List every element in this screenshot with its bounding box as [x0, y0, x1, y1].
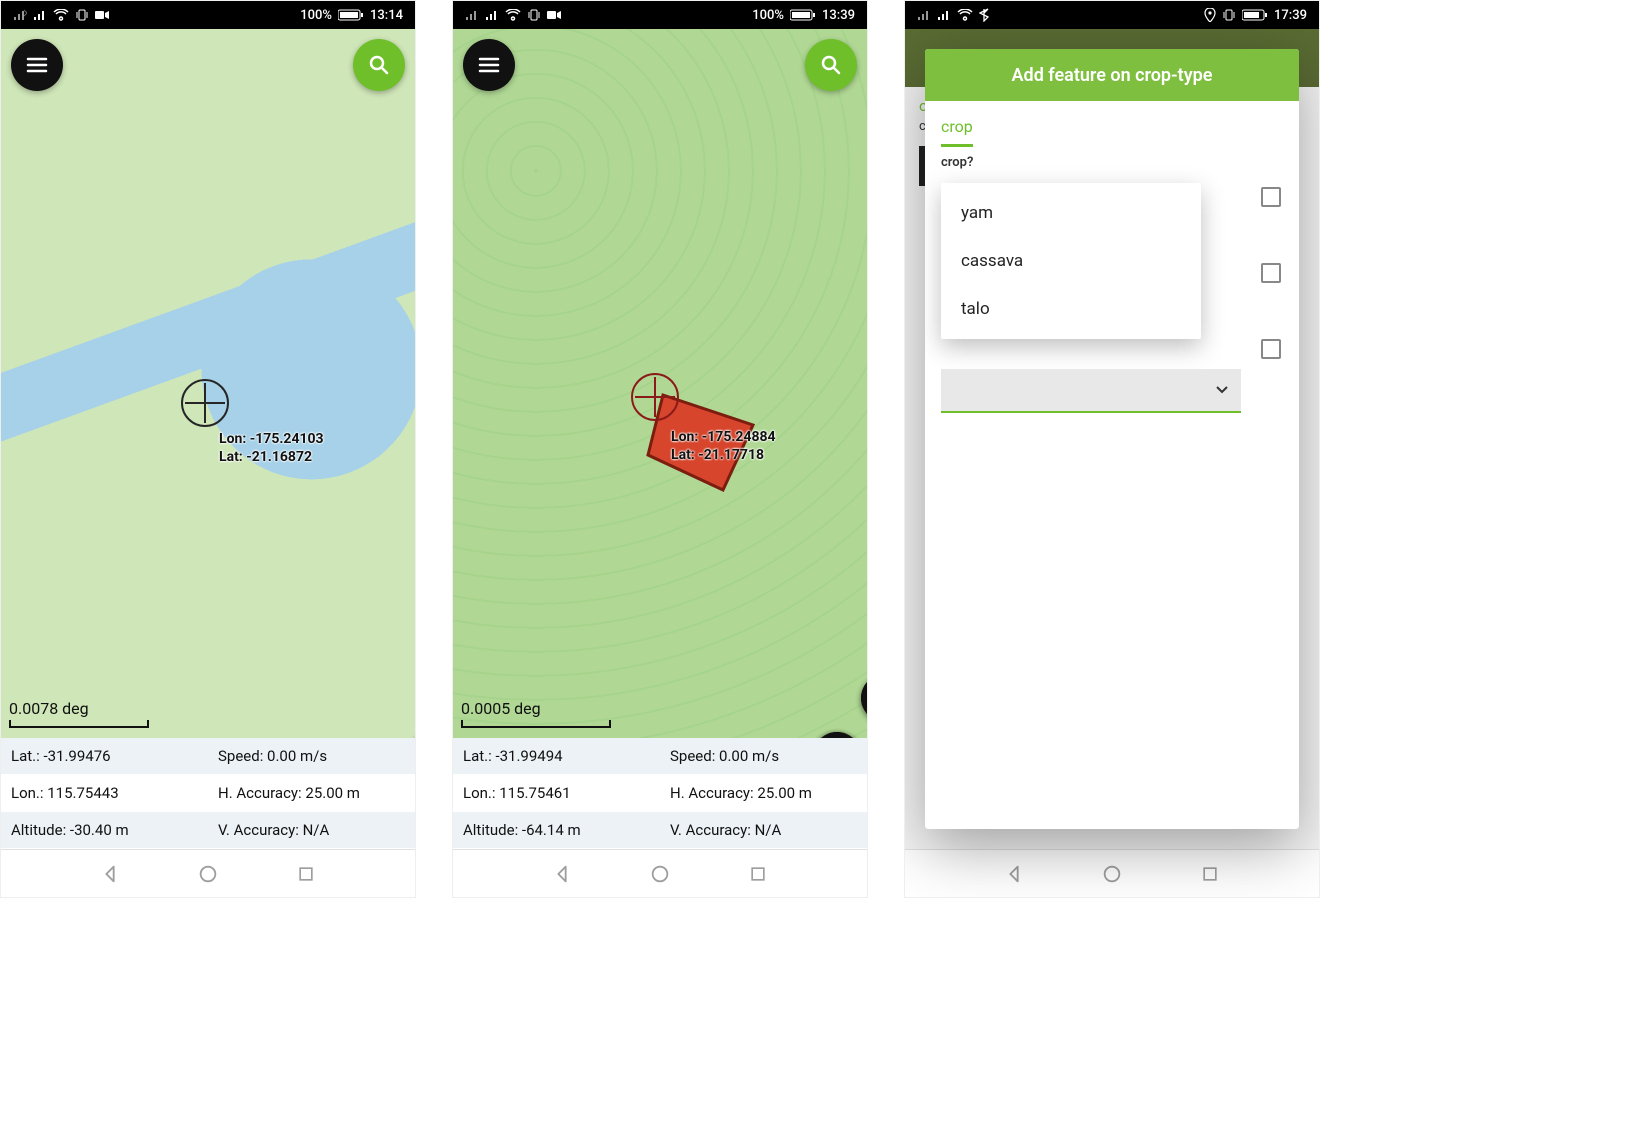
info-lon: Lon.: 115.75443	[1, 775, 208, 812]
tab-crop[interactable]: crop	[941, 111, 973, 147]
battery-icon	[338, 9, 364, 21]
phone-screen-2: 100% 13:39 Lon: -175.24884 Lat: -21.1771…	[452, 0, 868, 898]
map-crosshair	[181, 379, 229, 427]
clock: 13:14	[370, 8, 403, 23]
search-icon	[367, 53, 391, 77]
signal-icon-1	[13, 9, 27, 21]
info-alt: Altitude: -64.14 m	[453, 812, 660, 849]
signal-icon-1	[917, 9, 931, 21]
map-canvas[interactable]: Lon: -175.24884 Lat: -21.17718	[453, 29, 867, 738]
add-feature-button[interactable]	[409, 732, 415, 738]
search-button[interactable]	[353, 39, 405, 91]
field-label-crop: crop?	[941, 155, 1283, 170]
nav-recent-button[interactable]	[293, 861, 319, 887]
signal-icon-1	[465, 9, 479, 21]
chevron-down-icon	[1215, 385, 1229, 395]
checkbox-1[interactable]	[1261, 187, 1281, 207]
feature-form-dialog: Add feature on crop-type crop crop? yam …	[925, 49, 1299, 829]
nav-recent-button[interactable]	[745, 861, 771, 887]
info-speed: Speed: 0.00 m/s	[660, 738, 867, 775]
nav-home-button[interactable]	[195, 861, 221, 887]
menu-button[interactable]	[11, 39, 63, 91]
map-crosshair	[631, 373, 679, 421]
clock: 17:39	[1274, 8, 1307, 23]
android-nav-bar	[1, 849, 415, 897]
info-vacc: V. Accuracy: N/A	[660, 812, 867, 849]
add-vertex-button[interactable]	[813, 732, 861, 738]
gps-location-button[interactable]	[861, 674, 867, 722]
crosshair-coords: Lon: -175.24103 Lat: -21.16872	[219, 431, 324, 466]
video-icon	[95, 10, 109, 20]
nav-back-button[interactable]	[97, 861, 123, 887]
bluetooth-icon	[979, 8, 989, 22]
vibrate-icon	[527, 9, 541, 21]
vibrate-icon	[75, 9, 89, 21]
option-yam[interactable]: yam	[941, 189, 1201, 237]
gps-info-panel: Lat.: -31.99494 Speed: 0.00 m/s Lon.: 11…	[453, 738, 867, 849]
vibrate-icon	[1222, 9, 1236, 21]
feature-form-screen: Add feature on training project ov cr Ad…	[905, 29, 1319, 849]
info-lon: Lon.: 115.75461	[453, 775, 660, 812]
secondary-dropdown[interactable]	[941, 369, 1241, 413]
wifi-icon	[957, 9, 973, 21]
android-nav-bar	[453, 849, 867, 897]
map-canvas[interactable]: Lon: -175.24103 Lat: -21.16872 0	[1, 29, 415, 738]
wifi-icon	[53, 9, 69, 21]
status-bar: 17:39	[905, 1, 1319, 29]
gps-info-panel: Lat.: -31.99476 Speed: 0.00 m/s Lon.: 11…	[1, 738, 415, 849]
map-scale: 0.0005 deg	[461, 699, 611, 728]
info-lat: Lat.: -31.99476	[1, 738, 208, 775]
status-bar: 100% 13:14	[1, 1, 415, 29]
info-vacc: V. Accuracy: N/A	[208, 812, 415, 849]
signal-icon-2	[33, 9, 47, 21]
checkbox-column	[1261, 187, 1281, 359]
menu-icon	[25, 53, 49, 77]
nav-back-button[interactable]	[549, 861, 575, 887]
signal-icon-2	[485, 9, 499, 21]
clock: 13:39	[822, 8, 855, 23]
info-hacc: H. Accuracy: 25.00 m	[208, 775, 415, 812]
battery-pct: 100%	[300, 8, 332, 23]
info-speed: Speed: 0.00 m/s	[208, 738, 415, 775]
battery-icon	[1242, 9, 1268, 21]
checkbox-3[interactable]	[1261, 339, 1281, 359]
locate-target-button[interactable]	[409, 732, 415, 738]
video-icon	[547, 10, 561, 20]
checkbox-2[interactable]	[1261, 263, 1281, 283]
phone-screen-3: 17:39 Add feature on training project ov…	[904, 0, 1320, 898]
wifi-icon	[505, 9, 521, 21]
option-talo[interactable]: talo	[941, 285, 1201, 333]
nav-recent-button[interactable]	[1197, 861, 1223, 887]
gps-location-button[interactable]	[409, 732, 415, 738]
info-alt: Altitude: -30.40 m	[1, 812, 208, 849]
nav-home-button[interactable]	[647, 861, 673, 887]
option-cassava[interactable]: cassava	[941, 237, 1201, 285]
android-nav-bar	[905, 849, 1319, 897]
info-lat: Lat.: -31.99494	[453, 738, 660, 775]
signal-icon-2	[937, 9, 951, 21]
location-icon	[1204, 8, 1216, 22]
status-bar: 100% 13:39	[453, 1, 867, 29]
info-hacc: H. Accuracy: 25.00 m	[660, 775, 867, 812]
search-button[interactable]	[805, 39, 857, 91]
nav-back-button[interactable]	[1001, 861, 1027, 887]
map-scale: 0.0078 deg	[9, 699, 149, 728]
dialog-title: Add feature on crop-type	[925, 49, 1299, 101]
crosshair-coords: Lon: -175.24884 Lat: -21.17718	[671, 429, 776, 464]
nav-home-button[interactable]	[1099, 861, 1125, 887]
search-icon	[819, 53, 843, 77]
battery-pct: 100%	[752, 8, 784, 23]
menu-button[interactable]	[463, 39, 515, 91]
phone-screen-1: 100% 13:14 Lon: -175.24103 Lat: -21.1687…	[0, 0, 416, 898]
menu-icon	[477, 53, 501, 77]
battery-icon	[790, 9, 816, 21]
crop-dropdown-popup: yam cassava talo	[941, 183, 1201, 339]
